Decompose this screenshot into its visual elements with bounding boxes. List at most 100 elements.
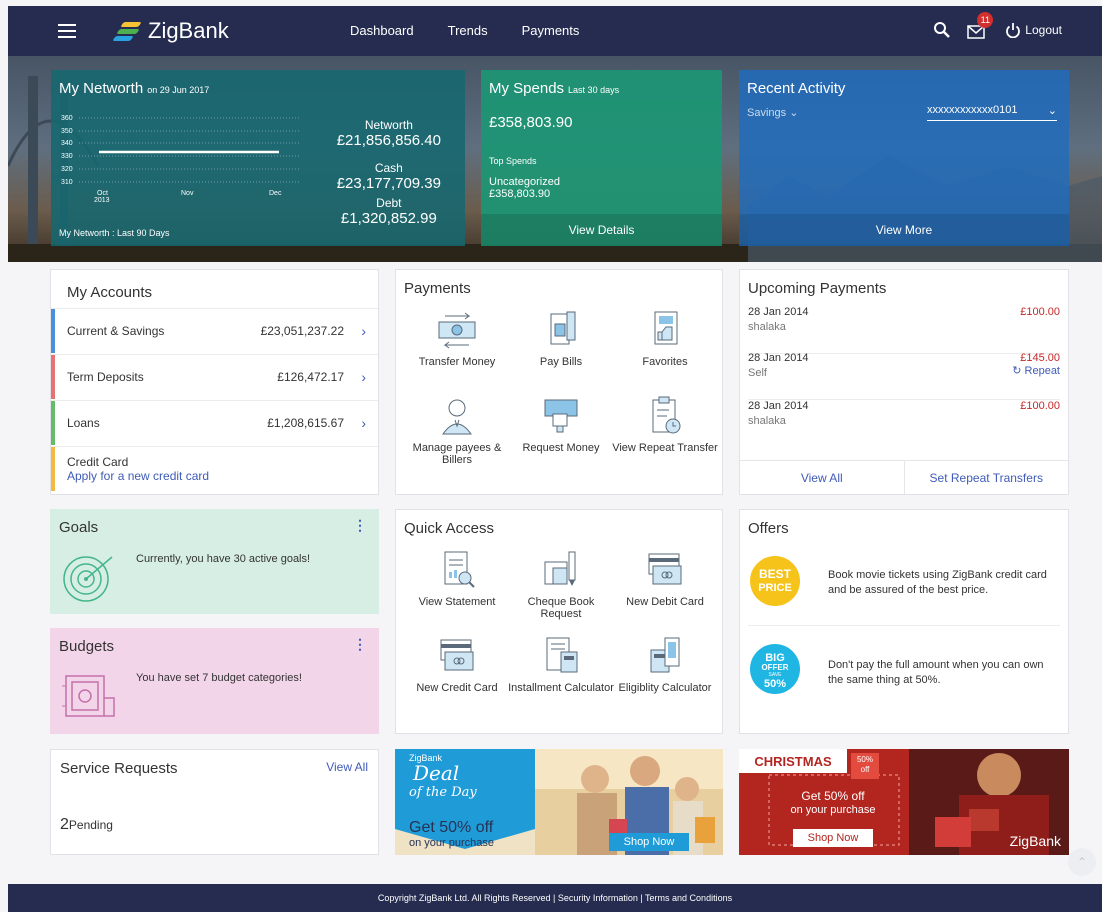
account-selector[interactable]: xxxxxxxxxxxx0101 ⌄ <box>927 104 1057 121</box>
cash-amount: £23,177,709.39 <box>336 175 441 192</box>
tile-label: Request Money <box>522 442 600 454</box>
view-statement-tile[interactable]: View Statement <box>402 548 512 608</box>
quick-access-panel: Quick Access View Statement Cheque Book … <box>395 509 723 734</box>
search-icon[interactable] <box>933 21 951 39</box>
christmas-brand: ZigBank <box>1009 833 1061 849</box>
nav-dashboard[interactable]: Dashboard <box>350 23 414 38</box>
eligibility-calculator-tile[interactable]: Eligiblity Calculator <box>610 634 720 694</box>
account-balance: £1,208,615.67 <box>267 416 344 430</box>
deal-of-the-day-banner[interactable]: ZigBank Deal of the Day Get 50% off on y… <box>395 749 723 855</box>
payee-name: shalaka <box>748 415 786 427</box>
networth-values: Networth £21,856,856.40 Cash £23,177,709… <box>337 112 441 227</box>
offers-panel: Offers BEST PRICE Book movie tickets usi… <box>739 509 1069 734</box>
christmas-offer-banner[interactable]: CHRISTMAS 50% off Get 50% off on your pur… <box>739 749 1069 855</box>
badge-text: 50% <box>764 678 786 690</box>
christmas-title: CHRISTMAS <box>739 749 847 773</box>
account-row-loans[interactable]: Loans £1,208,615.67 › <box>51 400 378 445</box>
upcoming-payment-row[interactable]: 28 Jan 2014 Self £145.00 ↻ Repeat <box>748 352 1060 400</box>
logout-button[interactable]: Logout <box>1005 22 1062 38</box>
payment-amount: £145.00 <box>1020 352 1060 364</box>
account-color-bar <box>51 355 55 399</box>
top-spend-amount: £358,803.90 <box>489 188 551 200</box>
nav-payments[interactable]: Payments <box>522 23 580 38</box>
installment-calculator-tile[interactable]: Installment Calculator <box>506 634 616 694</box>
account-row-current-savings[interactable]: Current & Savings £23,051,237.22 › <box>51 308 378 353</box>
view-all-payments-link[interactable]: View All <box>740 461 904 494</box>
cheque-book-icon <box>544 551 576 586</box>
set-repeat-transfers-link[interactable]: Set Repeat Transfers <box>903 461 1069 494</box>
upcoming-payment-row[interactable]: 28 Jan 2014 shalaka £100.00 <box>748 306 1060 354</box>
payments-title: Payments <box>404 280 471 297</box>
goals-title: Goals <box>59 519 99 536</box>
tile-label: New Debit Card <box>626 596 704 608</box>
offer-item[interactable]: BEST PRICE Book movie tickets using ZigB… <box>748 550 1060 626</box>
target-icon <box>63 556 113 602</box>
offers-title: Offers <box>748 520 789 537</box>
new-credit-card-tile[interactable]: New Credit Card <box>402 634 512 694</box>
tile-label: Manage payees & Billers <box>412 442 502 466</box>
tile-label: Favorites <box>642 356 688 368</box>
budgets-panel[interactable]: Budgets ⋮ You have set 7 budget categori… <box>50 628 379 734</box>
nav-trends[interactable]: Trends <box>448 23 488 38</box>
y-tick: 320 <box>61 166 73 173</box>
payment-amount: £100.00 <box>1020 400 1060 412</box>
spends-card: My Spends Last 30 days £358,803.90 Top Sp… <box>481 70 722 246</box>
tile-label: View Repeat Transfer <box>612 442 718 454</box>
budgets-title: Budgets <box>59 638 115 655</box>
chevron-right-icon: › <box>361 415 366 431</box>
view-all-requests-link[interactable]: View All <box>326 760 368 774</box>
pending-requests[interactable]: 2Pending <box>60 816 113 834</box>
more-options-icon[interactable]: ⋮ <box>353 517 367 534</box>
top-spends-label: Top Spends <box>489 156 537 166</box>
brand-logo[interactable]: ZigBank <box>112 18 229 44</box>
deal-shop-now-button[interactable]: Shop Now <box>609 833 689 851</box>
y-tick: 310 <box>61 179 73 186</box>
manage-payees-tile[interactable]: Manage payees & Billers <box>402 394 512 466</box>
menu-icon[interactable] <box>58 24 76 38</box>
more-options-icon[interactable]: ⋮ <box>353 636 367 653</box>
goals-panel[interactable]: Goals ⋮ Currently, you have 30 active go… <box>50 509 379 614</box>
account-color-bar <box>51 309 55 353</box>
favorites-tile[interactable]: Favorites <box>610 308 720 368</box>
service-requests-panel: Service Requests View All 2Pending <box>50 749 379 855</box>
transfer-money-tile[interactable]: Transfer Money <box>402 308 512 368</box>
upcoming-payment-row[interactable]: 28 Jan 2014 shalaka £100.00 <box>748 400 1060 448</box>
pay-bills-tile[interactable]: Pay Bills <box>506 308 616 368</box>
view-details-button[interactable]: View Details <box>481 214 722 246</box>
view-more-button[interactable]: View More <box>739 214 1069 246</box>
x-tick: Oct <box>97 190 108 197</box>
cheque-book-request-tile[interactable]: Cheque Book Request <box>506 548 616 620</box>
x-tick: Dec <box>269 190 282 197</box>
x-tick: Nov <box>181 190 194 197</box>
account-row-term-deposits[interactable]: Term Deposits £126,472.17 › <box>51 354 378 399</box>
tile-label: View Statement <box>418 596 496 608</box>
top-spend-category: Uncategorized <box>489 176 560 188</box>
deal-offer: Get 50% off <box>409 819 494 836</box>
networth-footer: My Networth : Last 90 Days <box>59 228 170 238</box>
scroll-to-top-icon[interactable]: ⌃ <box>1068 848 1096 876</box>
offer-description: Book movie tickets using ZigBank credit … <box>828 569 1047 596</box>
badge-text: BEST <box>759 567 792 581</box>
activity-type-filter[interactable]: Savings ⌄ <box>747 106 798 119</box>
budgets-summary: You have set 7 budget categories! <box>136 672 302 684</box>
networth-card[interactable]: My Networth on 29 Jun 2017 360 350 340 33… <box>51 70 465 246</box>
christmas-shop-now-button[interactable]: Shop Now <box>793 829 873 847</box>
new-debit-card-tile[interactable]: New Debit Card <box>610 548 720 608</box>
goals-summary: Currently, you have 30 active goals! <box>136 553 311 565</box>
apply-credit-card-link[interactable]: Apply for a new credit card <box>67 469 209 483</box>
offer-item[interactable]: BIG OFFER SAVE 50% Don't pay the full am… <box>748 628 1060 708</box>
page-footer: Copyright ZigBank Ltd. All Rights Reserv… <box>8 884 1102 912</box>
account-name: Credit Card <box>67 455 129 469</box>
request-money-tile[interactable]: Request Money <box>506 394 616 454</box>
networth-title: My Networth on 29 Jun 2017 <box>59 80 210 97</box>
payment-date: 28 Jan 2014 <box>748 352 809 364</box>
repeat-link[interactable]: ↻ Repeat <box>1012 364 1060 377</box>
upcoming-payments-actions: View All Set Repeat Transfers <box>740 460 1068 494</box>
mailbox-button[interactable]: 11 <box>967 12 994 40</box>
brand-name: ZigBank <box>148 18 229 43</box>
view-repeat-transfer-tile[interactable]: View Repeat Transfer <box>610 394 720 454</box>
y-tick: 350 <box>61 128 73 135</box>
tile-label: Installment Calculator <box>508 682 614 694</box>
payments-panel: Payments Transfer Money Pay Bills Favori… <box>395 269 723 495</box>
calculator-icon <box>546 637 578 673</box>
